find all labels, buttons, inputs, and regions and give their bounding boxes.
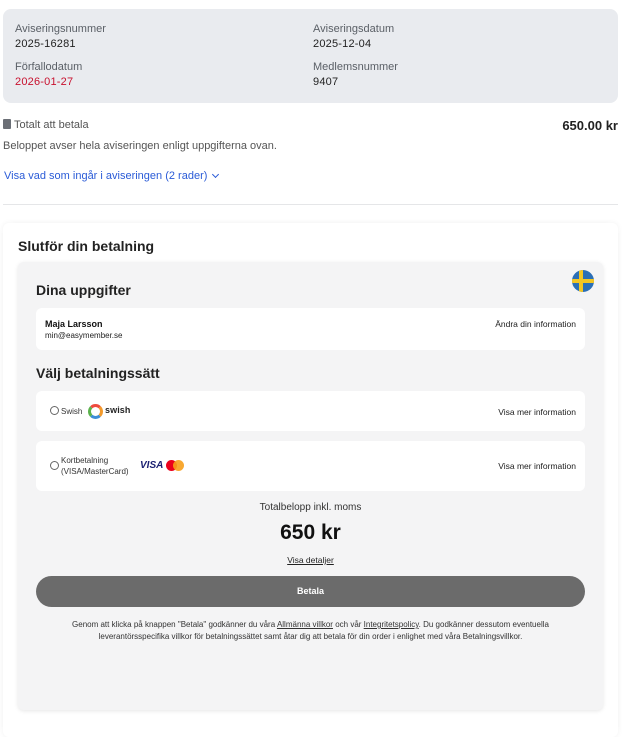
visa-logo: VISA — [140, 460, 164, 471]
swish-more-info-link[interactable]: Visa mer information — [498, 407, 576, 417]
card-label-line2: (VISA/MasterCard) — [61, 467, 129, 476]
invoice-date-label: Aviseringsdatum — [313, 23, 395, 35]
divider — [3, 204, 618, 205]
terms-part1: Genom att klicka på knappen "Betala" god… — [72, 620, 277, 629]
card-radio[interactable] — [50, 461, 59, 470]
member-number-label: Medlemsnummer — [313, 61, 398, 73]
chevron-down-icon — [212, 170, 220, 179]
total-amount: 650.00 kr — [562, 118, 618, 133]
swish-radio[interactable] — [50, 406, 59, 415]
payment-method-title: Välj betalningssätt — [36, 365, 160, 381]
due-date-value: 2026-01-27 — [15, 76, 74, 88]
card-label-line1: Kortbetalning — [61, 456, 109, 465]
total-row: Totalt att betala 650.00 kr — [3, 118, 618, 134]
invoice-info-panel: Aviseringsnummer 2025-16281 Aviseringsda… — [3, 9, 618, 103]
total-note: Beloppet avser hela aviseringen enligt u… — [3, 140, 277, 152]
total-incl-vat-label: Totalbelopp inkl. moms — [259, 502, 362, 513]
show-details-link[interactable]: Visa detaljer — [18, 555, 603, 565]
show-details-label[interactable]: Visa detaljer — [287, 555, 334, 565]
flag-cross-horizontal — [572, 279, 594, 283]
mastercard-logo-icon-overlap — [173, 460, 184, 471]
terms-part2: och vår — [332, 620, 364, 629]
terms-link[interactable]: Allmänna villkor — [277, 620, 333, 629]
invoice-number-label: Aviseringsnummer — [15, 23, 106, 35]
terms-text: Genom att klicka på knappen "Betala" god… — [38, 619, 583, 643]
member-number-value: 9407 — [313, 76, 339, 88]
flag-cross-vertical — [579, 270, 583, 292]
due-date-label: Förfallodatum — [15, 61, 83, 73]
card-more-info-link[interactable]: Visa mer information — [498, 461, 576, 471]
member-number-cell: Medlemsnummer 9407 — [313, 61, 398, 88]
pay-button[interactable]: Betala — [36, 576, 585, 607]
invoice-date-cell: Aviseringsdatum 2025-12-04 — [313, 23, 394, 50]
invoice-number-value: 2025-16281 — [15, 38, 76, 50]
checkout-panel: Dina uppgifter Maja Larsson min@easymemb… — [18, 262, 603, 710]
invoice-date-value: 2025-12-04 — [313, 38, 372, 50]
sweden-flag-icon[interactable] — [572, 270, 594, 292]
user-name: Maja Larsson — [45, 319, 103, 329]
change-info-link[interactable]: Ändra din information — [495, 319, 576, 329]
checkout-section: Slutför din betalning Dina uppgifter Maj… — [3, 223, 618, 737]
payment-option-card[interactable]: Kortbetalning (VISA/MasterCard) VISA Vis… — [36, 441, 585, 491]
payment-option-swish[interactable]: Swish swish Visa mer information — [36, 391, 585, 431]
show-invoice-lines-label: Visa vad som ingår i aviseringen (2 rade… — [4, 170, 208, 182]
privacy-policy-link[interactable]: Integritetspolicy — [364, 620, 419, 629]
checkout-title: Slutför din betalning — [18, 238, 155, 254]
show-invoice-lines-link[interactable]: Visa vad som ingår i aviseringen (2 rade… — [4, 170, 220, 182]
document-icon — [3, 119, 11, 129]
invoice-number-cell: Aviseringsnummer 2025-16281 — [15, 23, 106, 50]
swish-label: Swish — [61, 407, 83, 416]
user-details-card: Maja Larsson min@easymember.se Ändra din… — [36, 308, 585, 350]
swish-logo-icon — [88, 404, 103, 419]
total-incl-vat-amount: 650 kr — [280, 521, 341, 544]
total-label: Totalt att betala — [14, 119, 89, 131]
user-email: min@easymember.se — [45, 331, 123, 340]
your-details-title: Dina uppgifter — [36, 282, 131, 298]
swish-brand-text: swish — [105, 405, 131, 415]
due-date-cell: Förfallodatum 2026-01-27 — [15, 61, 82, 88]
